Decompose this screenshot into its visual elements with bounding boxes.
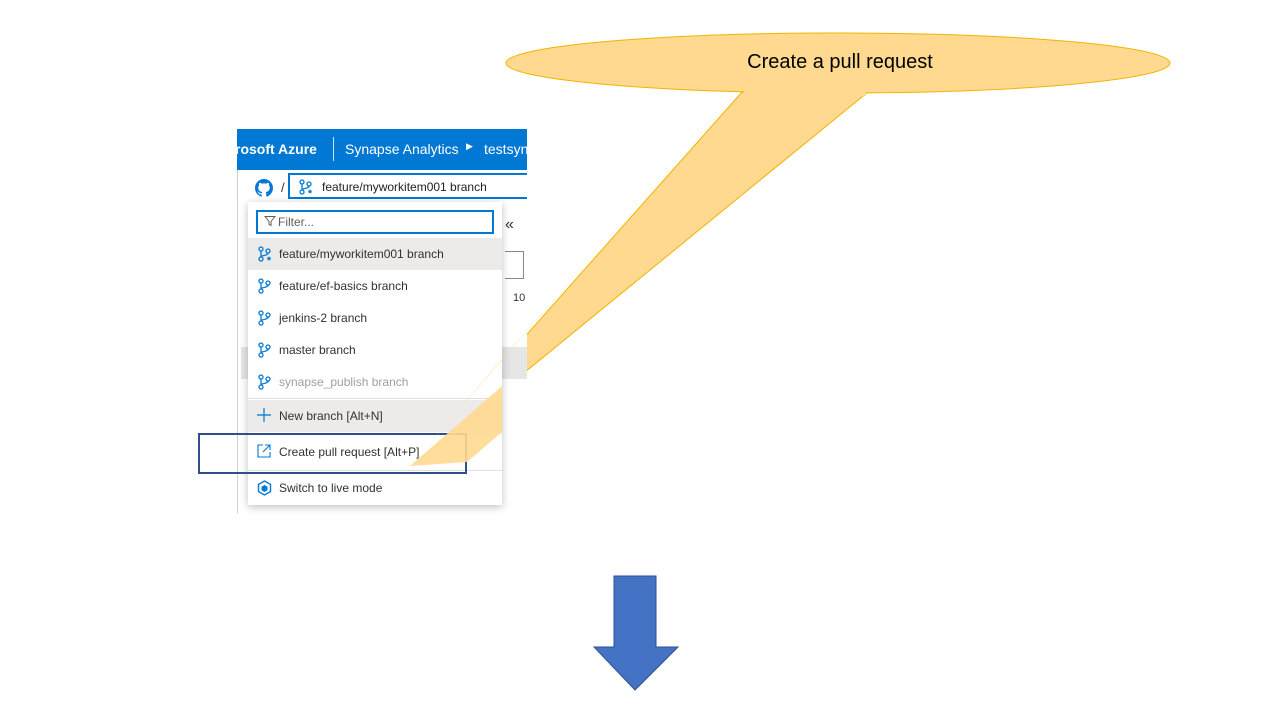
switch-live-mode-label: Switch to live mode [279, 481, 383, 495]
plus-icon [257, 408, 271, 422]
breadcrumb-caret-icon: ▶ [466, 141, 473, 151]
collapse-icon[interactable]: « [505, 216, 514, 234]
branch-item-label: feature/ef-basics branch [279, 279, 408, 293]
new-branch-item[interactable]: New branch [Alt+N] [248, 400, 502, 432]
menu-divider [248, 398, 502, 399]
synapse-icon [257, 480, 272, 496]
new-branch-label: New branch [Alt+N] [279, 409, 383, 423]
branch-item-jenkins-2[interactable]: jenkins-2 branch [248, 302, 502, 334]
branch-icon [258, 278, 271, 294]
pull-request-highlight [198, 433, 467, 474]
branch-selector[interactable]: feature/myworkitem001 branch [288, 173, 527, 199]
branch-icon [258, 310, 271, 326]
filter-icon [264, 216, 276, 227]
breadcrumb-synapse[interactable]: Synapse Analytics [345, 141, 459, 157]
branch-item-label: synapse_publish branch [279, 375, 409, 389]
branch-item-label: jenkins-2 branch [279, 311, 368, 325]
switch-live-mode-item[interactable]: Switch to live mode [248, 472, 502, 504]
branch-item-label: feature/myworkitem001 branch [279, 247, 444, 261]
branch-star-icon [258, 246, 272, 262]
branch-star-icon [299, 179, 313, 195]
azure-header: rosoft Azure Synapse Analytics ▶ testsyn [237, 129, 527, 170]
branch-filter-input[interactable] [278, 213, 488, 231]
background-input [505, 251, 524, 279]
background-number: 10 [513, 292, 526, 304]
branch-icon [258, 342, 271, 358]
branch-item-synapse-publish: synapse_publish branch [248, 366, 502, 398]
brand-label[interactable]: rosoft Azure [237, 141, 317, 157]
path-separator: / [281, 180, 285, 195]
breadcrumb-workspace[interactable]: testsyn [484, 141, 527, 157]
down-arrow-icon [592, 575, 680, 691]
branch-item-label: master branch [279, 343, 356, 357]
branch-icon [258, 374, 271, 390]
branch-item-ef-basics[interactable]: feature/ef-basics branch [248, 270, 502, 302]
header-divider [333, 137, 334, 161]
callout-text: Create a pull request [747, 51, 933, 73]
github-icon[interactable] [255, 179, 273, 197]
branch-item-myworkitem001[interactable]: feature/myworkitem001 branch [248, 238, 502, 270]
current-branch-label: feature/myworkitem001 branch [322, 180, 487, 194]
branch-item-master[interactable]: master branch [248, 334, 502, 366]
branch-filter-box[interactable] [256, 210, 494, 234]
